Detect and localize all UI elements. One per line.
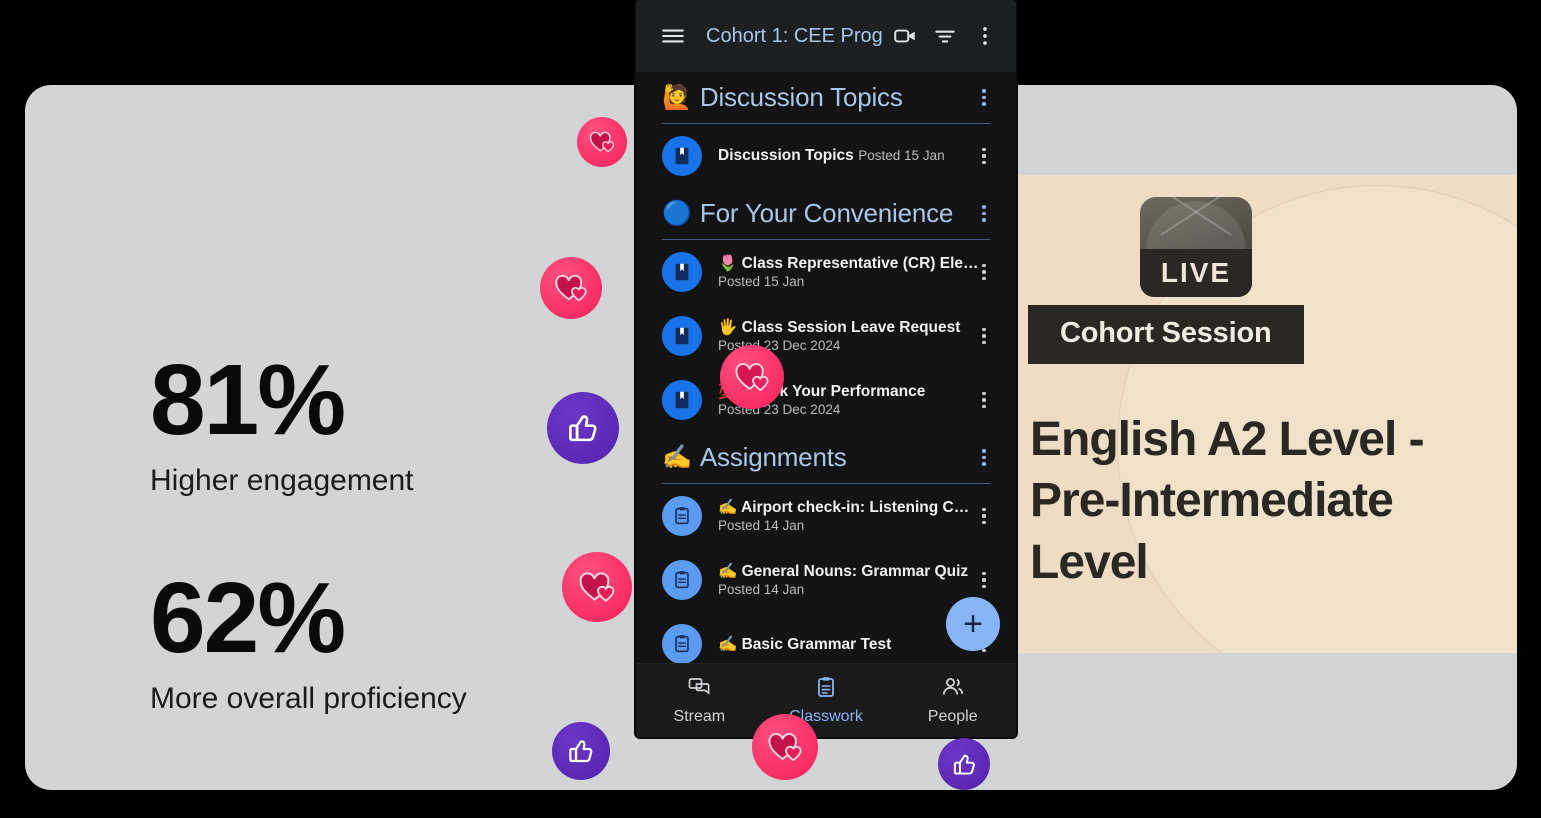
screenshot-root: 81% Higher engagement 62% More overall p… <box>0 0 1541 818</box>
two-hearts-icon <box>589 131 615 153</box>
people-icon <box>941 675 965 704</box>
section-header-for-your-convenience[interactable]: 🔵 For Your Convenience <box>636 188 1016 235</box>
list-item[interactable]: Discussion Topics Posted 15 Jan <box>636 124 1016 188</box>
list-item-text: Discussion Topics Posted 15 Jan <box>718 147 958 165</box>
kebab-menu-icon[interactable] <box>974 571 994 589</box>
app-bar-title: Cohort 1: CEE Program <box>706 24 882 47</box>
kebab-menu-icon[interactable] <box>974 391 994 409</box>
stat-label: More overall proficiency <box>150 682 467 715</box>
reaction-bubble-thumbs-up[interactable] <box>547 392 619 464</box>
reaction-bubble-thumbs-up[interactable] <box>552 722 610 780</box>
clipboard-icon <box>662 624 702 663</box>
filter-icon[interactable] <box>928 19 962 53</box>
book-icon <box>662 316 702 356</box>
list-item-subtitle: Posted 14 Jan <box>718 581 805 597</box>
stat-more-proficiency: 62% More overall proficiency <box>150 568 467 716</box>
person-raising-hand-emoji: 🙋 <box>662 84 692 111</box>
kebab-menu-icon[interactable] <box>974 263 994 281</box>
list-item-subtitle: Posted 15 Jan <box>718 273 805 289</box>
thumbs-up-icon <box>569 415 597 442</box>
list-item[interactable]: 🌷 Class Representative (CR) Ele… Posted … <box>636 240 1016 304</box>
stat-value: 62% <box>150 562 346 674</box>
video-camera-icon[interactable] <box>888 19 922 53</box>
list-item-text: ✍️ Airport check-in: Listening C… Posted… <box>718 498 969 535</box>
book-icon <box>662 380 702 420</box>
list-item-text: ✍️ Basic Grammar Test <box>718 635 958 654</box>
live-label: LIVE <box>1140 249 1252 297</box>
reaction-bubble-hearts[interactable] <box>577 117 627 167</box>
kebab-menu-icon[interactable] <box>974 89 994 106</box>
list-item-title: ✍️ Basic Grammar Test <box>718 635 892 653</box>
list-item-text: ✍️ General Nouns: Grammar Quiz Posted 14… <box>718 562 968 599</box>
course-card[interactable]: LIVE Cohort Session English A2 Level - P… <box>1015 175 1517 653</box>
nav-item-label: People <box>927 708 978 725</box>
live-badge: LIVE <box>1140 197 1252 297</box>
book-icon <box>662 136 702 176</box>
kebab-menu-icon[interactable] <box>974 507 994 525</box>
phone-mockup: Cohort 1: CEE Program 🙋 Discussion Topic… <box>636 0 1016 737</box>
writing-hand-emoji: ✍️ <box>662 444 692 471</box>
two-hearts-icon <box>555 274 587 302</box>
list-item[interactable]: 💯 Check Your Performance Posted 23 Dec 2… <box>636 368 1016 432</box>
clipboard-icon <box>662 496 702 536</box>
thumbs-up-icon <box>953 754 975 775</box>
list-item[interactable]: ✍️ Airport check-in: Listening C… Posted… <box>636 484 1016 548</box>
book-icon <box>662 252 702 292</box>
clipboard-icon <box>662 560 702 600</box>
section-title: For Your Convenience <box>699 198 954 228</box>
page-scrollbar[interactable] <box>1528 198 1537 630</box>
section-title: Assignments <box>699 442 847 472</box>
list-item-title: ✍️ Airport check-in: Listening C… <box>718 498 970 516</box>
section-header-discussion-topics[interactable]: 🙋 Discussion Topics <box>636 72 1016 119</box>
stat-higher-engagement: 81% Higher engagement <box>150 350 414 498</box>
nav-item-label: Stream <box>673 708 726 725</box>
app-bar: Cohort 1: CEE Program <box>636 0 1016 72</box>
reaction-bubble-hearts[interactable] <box>720 345 784 409</box>
reaction-bubble-hearts[interactable] <box>540 257 602 319</box>
list-item-title: ✍️ General Nouns: Grammar Quiz <box>718 562 969 580</box>
course-title: English A2 Level - Pre-Intermediate Leve… <box>1030 413 1425 589</box>
section-title: Discussion Topics <box>699 82 903 112</box>
blue-circle-emoji: 🔵 <box>662 200 692 227</box>
list-item-subtitle: Posted 14 Jan <box>718 517 805 533</box>
classwork-list[interactable]: 🙋 Discussion Topics Discussion Topics Po… <box>636 72 1016 663</box>
stream-chat-icon <box>687 675 711 704</box>
bottom-navigation: Stream Classwork People <box>636 663 1016 737</box>
list-item-text: 🌷 Class Representative (CR) Ele… Posted … <box>718 254 979 291</box>
reaction-bubble-thumbs-up[interactable] <box>938 738 990 790</box>
list-item-title: 🌷 Class Representative (CR) Ele… <box>718 254 979 272</box>
reaction-bubble-hearts[interactable] <box>562 552 632 622</box>
section-header-assignments[interactable]: ✍️ Assignments <box>636 432 1016 479</box>
add-button[interactable]: + <box>946 597 1000 651</box>
kebab-menu-icon[interactable] <box>968 19 1002 53</box>
list-item-subtitle: Posted 15 Jan <box>858 148 945 163</box>
kebab-menu-icon[interactable] <box>974 205 994 222</box>
stat-label: Higher engagement <box>150 464 414 497</box>
list-item-title: 🖐 Class Session Leave Request <box>718 318 961 336</box>
nav-item-stream[interactable]: Stream <box>636 675 763 726</box>
two-hearts-icon <box>579 572 615 602</box>
stat-value: 81% <box>150 344 346 456</box>
nav-item-people[interactable]: People <box>889 675 1016 726</box>
thumbs-up-icon <box>569 740 593 763</box>
reaction-bubble-hearts[interactable] <box>752 714 818 780</box>
kebab-menu-icon[interactable] <box>974 449 994 466</box>
kebab-menu-icon[interactable] <box>974 147 994 165</box>
cohort-session-chip: Cohort Session <box>1028 305 1304 364</box>
list-item-title: Discussion Topics <box>718 147 854 164</box>
list-item[interactable]: 🖐 Class Session Leave Request Posted 23 … <box>636 304 1016 368</box>
two-hearts-icon <box>768 733 802 762</box>
hamburger-menu-icon[interactable] <box>656 19 690 53</box>
kebab-menu-icon[interactable] <box>974 327 994 345</box>
two-hearts-icon <box>735 363 769 392</box>
classwork-clipboard-icon <box>814 675 838 704</box>
